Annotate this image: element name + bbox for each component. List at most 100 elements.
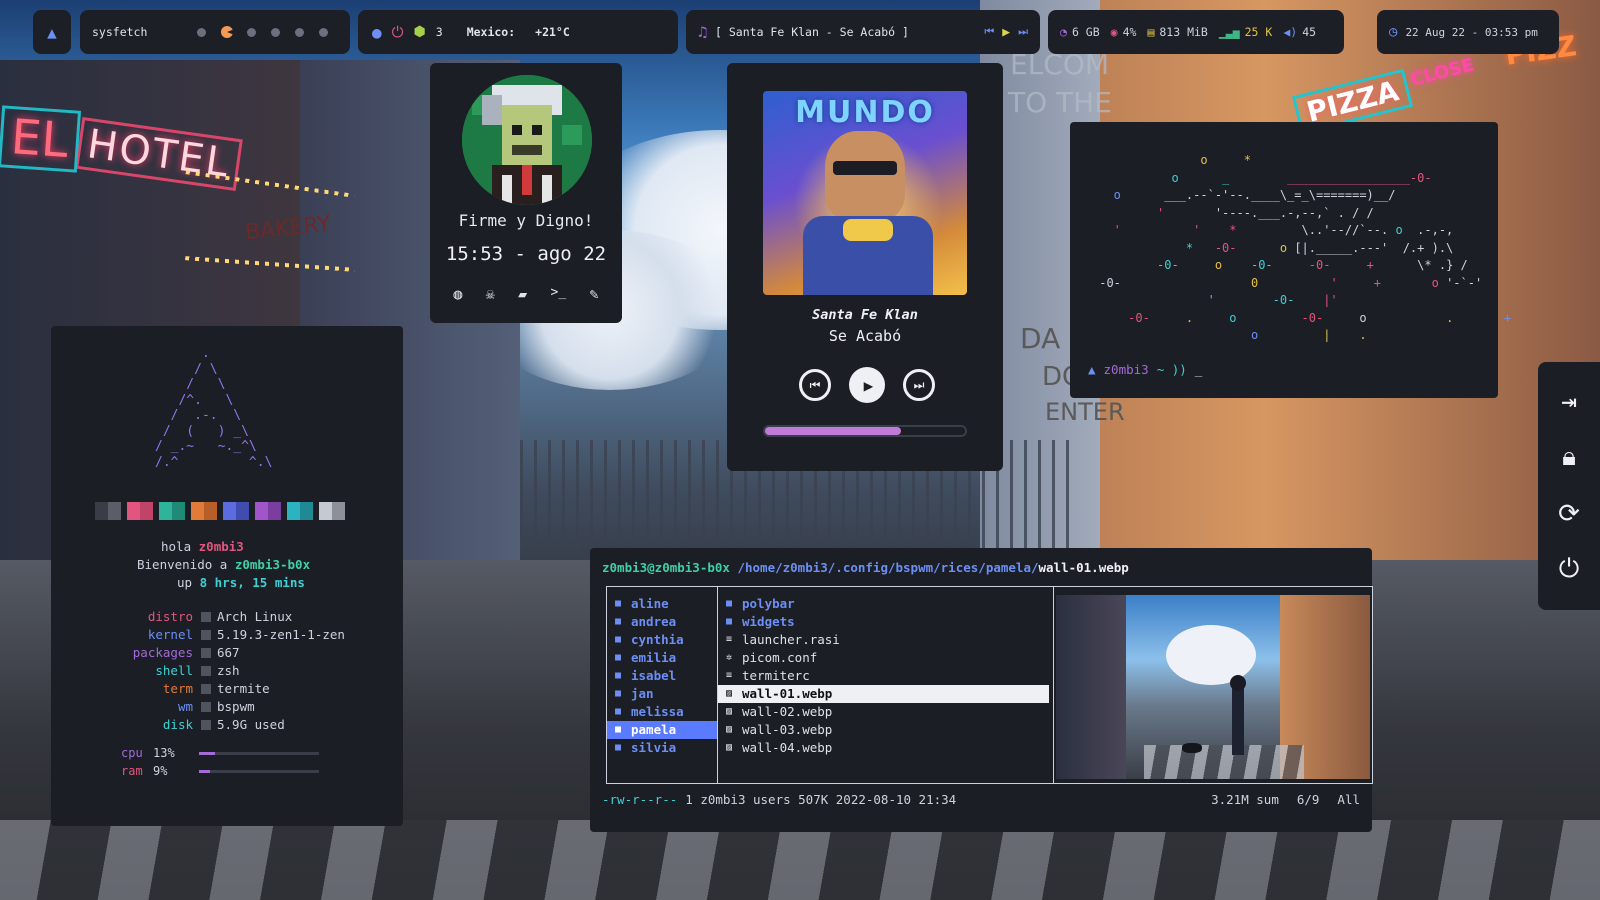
- folder-icon: ■: [615, 742, 622, 753]
- hotel-sign: HOTEL: [75, 117, 243, 191]
- ascii-terminal[interactable]: o * o _ _________________-0- o ___.--`-'…: [1070, 122, 1511, 398]
- track-title: Se Acabó: [828, 327, 902, 345]
- swatch-half: [108, 502, 121, 520]
- launcher-button[interactable]: ▲: [33, 10, 71, 54]
- ranger-dir-item[interactable]: ■ jan: [607, 685, 717, 703]
- image-icon: ▨: [726, 742, 733, 753]
- status-module: ● ⏻ ⬢ 3 Mexico: +21°C: [358, 10, 678, 54]
- ranger-file-item[interactable]: ■ polybar: [718, 595, 1049, 613]
- skull-icon[interactable]: ☠: [486, 285, 495, 303]
- ranger-dir-item[interactable]: ■ emilia: [607, 649, 717, 667]
- power-icon[interactable]: ⏻: [1559, 554, 1580, 585]
- ranger-dir-name: cynthia: [631, 632, 684, 647]
- swatch-half: [268, 502, 281, 520]
- folder-icon[interactable]: ▰: [518, 285, 527, 303]
- ranger-file-name: widgets: [742, 614, 795, 629]
- fetch-row-wm: wm bspwm: [177, 699, 255, 714]
- play-icon[interactable]: ▶: [1002, 25, 1010, 40]
- arch-icon: ▲: [1088, 362, 1096, 377]
- ranger-header: z0mbi3@z0mbi3-b0x /home/z0mbi3/.config/b…: [602, 560, 1129, 575]
- volume-level[interactable]: 45: [1302, 25, 1316, 39]
- sysfetch-label[interactable]: sysfetch: [92, 25, 197, 39]
- ranger-dir-item[interactable]: ■ andrea: [607, 613, 717, 631]
- ranger-dir-item[interactable]: ■ isabel: [607, 667, 717, 685]
- session-sidebar: ⇥ 🔒︎ ⟳ ⏻: [1538, 362, 1600, 610]
- folder-icon: ■: [615, 706, 622, 717]
- next-track-icon[interactable]: ⏭: [1018, 25, 1028, 39]
- fetch-row-kernel: kernel 5.19.3-zen1-1-zen: [147, 627, 345, 642]
- ram-meter: ram 9%: [121, 764, 319, 778]
- now-playing[interactable]: [ Santa Fe Klan - Se Acabó ]: [715, 25, 976, 39]
- clock-module[interactable]: ◷ 22 Aug 22 - 03:53 pm: [1377, 10, 1559, 54]
- workspace-2-active[interactable]: [221, 26, 233, 38]
- next-button[interactable]: ⏭: [903, 369, 935, 401]
- bakery-sign: BAKERY: [243, 211, 332, 246]
- globe-icon[interactable]: ◍: [453, 285, 462, 303]
- play-button[interactable]: ▶: [849, 367, 885, 403]
- ranger-file-item[interactable]: ≡ launcher.rasi: [718, 631, 1049, 649]
- status-perms: -rw-r--r--: [602, 792, 678, 807]
- edit-icon[interactable]: ✎: [590, 285, 599, 303]
- sysfetch-panel: . / \ / \ /^. \ / .-. \ / ( ) _\ / _.~ ~…: [51, 326, 403, 826]
- volume-icon[interactable]: ◀): [1283, 25, 1297, 39]
- ranger-file-item[interactable]: ▨ wall-03.webp: [718, 721, 1049, 739]
- workspace-5[interactable]: [295, 27, 304, 37]
- cpu-value: 13%: [153, 746, 175, 760]
- file-icon: ≡: [726, 670, 733, 681]
- power-icon[interactable]: ⏻: [392, 23, 404, 41]
- swatch-half: [236, 502, 249, 520]
- workspace-1[interactable]: [197, 27, 206, 37]
- ranger-dir-item[interactable]: ■ aline: [607, 595, 717, 613]
- workspace-3[interactable]: [247, 27, 256, 37]
- ranger-dir-name: melissa: [631, 704, 684, 719]
- config-icon: ✲: [726, 652, 733, 663]
- color-swatch: [95, 502, 121, 520]
- status-info: 1 z0mbi3 users 507K 2022-08-10 21:34: [685, 792, 957, 807]
- workspace-6[interactable]: [319, 27, 328, 37]
- image-icon: ▨: [726, 706, 733, 717]
- workspace-4[interactable]: [271, 27, 280, 37]
- close-sign: CLOSE: [1408, 54, 1477, 91]
- ranger-dir-item[interactable]: ■ pamela: [607, 721, 717, 739]
- cpu-percent: 4%: [1122, 25, 1137, 39]
- avatar: [462, 75, 592, 205]
- logout-icon[interactable]: ⇥: [1561, 387, 1577, 417]
- folder-icon: ■: [726, 598, 733, 609]
- ranger-file-item[interactable]: ■ widgets: [718, 613, 1049, 631]
- fetch-host: z0mbi3-b0x: [234, 557, 311, 572]
- ranger-current-column: ■ polybar ■ widgets ≡ launcher.rasi ✲ picom.con…: [718, 587, 1054, 783]
- color-swatch: [255, 502, 281, 520]
- terminal-prompt[interactable]: ▲ z0mbi3 ~ )) _: [1088, 362, 1202, 377]
- da-sign: DA: [1020, 322, 1061, 355]
- terminal-icon[interactable]: >_: [551, 285, 567, 303]
- lock-icon[interactable]: 🔒︎: [1562, 442, 1576, 473]
- ranger-dir-item[interactable]: ■ melissa: [607, 703, 717, 721]
- prev-button[interactable]: ⏮: [799, 369, 831, 401]
- prev-track-icon[interactable]: ⏮: [984, 25, 994, 39]
- swatch-half: [172, 502, 185, 520]
- status-pos: 6/9: [1296, 792, 1320, 807]
- refresh-icon[interactable]: ⟳: [1558, 499, 1580, 529]
- ranger-file-item[interactable]: ✲ picom.conf: [718, 649, 1049, 667]
- memory-used: 813 MiB: [1159, 25, 1208, 39]
- color-swatch: [191, 502, 217, 520]
- ranger-file-item[interactable]: ▨ wall-04.webp: [718, 739, 1049, 757]
- ranger-dir-name: aline: [631, 596, 669, 611]
- up-label: up: [177, 575, 193, 590]
- ranger-file-name: wall-02.webp: [742, 704, 833, 719]
- weather-temp: +21°C: [535, 25, 570, 39]
- track-artist: Santa Fe Klan: [812, 307, 918, 323]
- ranger-file-item[interactable]: ▨ wall-01.webp: [718, 685, 1049, 703]
- music-module: ♫ [ Santa Fe Klan - Se Acabó ] ⏮ ▶ ⏭: [686, 10, 1040, 54]
- ranger-dir-item[interactable]: ■ cynthia: [607, 631, 717, 649]
- updates-count: 3: [435, 25, 443, 39]
- ranger-dir-item[interactable]: ■ silvia: [607, 739, 717, 757]
- folder-icon: ■: [726, 616, 733, 627]
- ranger-file-item[interactable]: ≡ termiterc: [718, 667, 1049, 685]
- ranger-file-item[interactable]: ▨ wall-02.webp: [718, 703, 1049, 721]
- ranger-dir-name: pamela: [631, 722, 677, 737]
- motto: Firme y Digno!: [458, 211, 594, 230]
- track-progress[interactable]: [763, 425, 967, 437]
- user-icon[interactable]: ●: [372, 23, 382, 42]
- swatch-half: [255, 502, 268, 520]
